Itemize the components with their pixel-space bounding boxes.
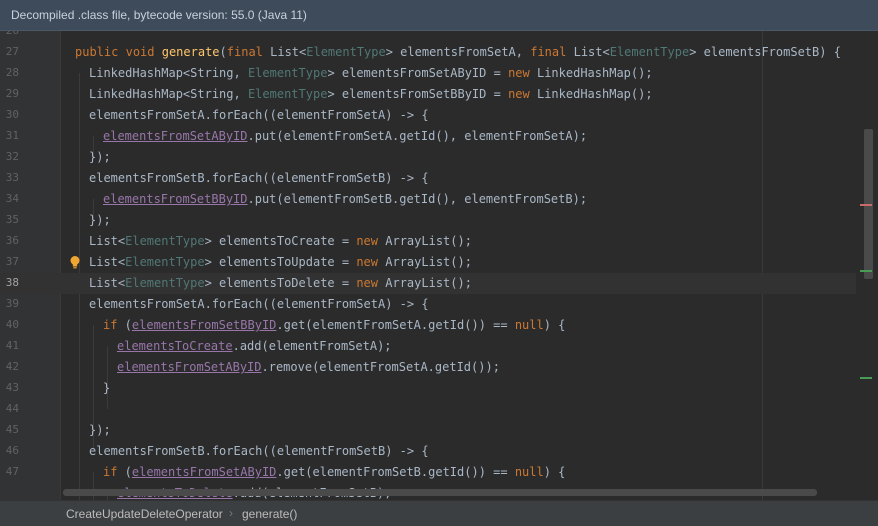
decompiled-banner: Decompiled .class file, bytecode version… [0,0,878,31]
code-text: List<ElementType> elementsToUpdate = new… [89,255,472,269]
code-text: elementsFromSetB.forEach((elementFromSet… [89,444,429,458]
code-line[interactable]: 36 List<ElementType> elementsToCreate = … [0,231,856,252]
code-line[interactable]: 29 LinkedHashMap<String, ElementType> el… [0,84,856,105]
code-text: } [103,381,111,395]
code-text: elementsFromSetA.forEach((elementFromSet… [89,297,429,311]
lightbulb-icon[interactable] [69,255,81,269]
line-number: 38 [5,276,19,289]
code-text: public void generate(final List<ElementT… [75,45,841,59]
line-number: 47 [5,465,19,478]
breadcrumb-method[interactable]: generate() [242,507,297,521]
line-number: 31 [5,129,19,142]
code-text: List<ElementType> elementsToCreate = new… [89,234,472,248]
code-line[interactable]: 28 LinkedHashMap<String, ElementType> el… [0,63,856,84]
line-number: 45 [5,423,19,436]
breadcrumb-class[interactable]: CreateUpdateDeleteOperator [66,507,223,521]
line-number: 43 [5,381,19,394]
line-number: 32 [5,150,19,163]
code-line[interactable]: 34 elementsFromSetBByID.put(elementFromS… [0,189,856,210]
code-text: }); [89,150,111,164]
code-line[interactable]: 44 [0,399,856,420]
code-text: elementsFromSetBByID.put(elementFromSetB… [103,192,588,206]
code-line[interactable]: 31 elementsFromSetAByID.put(elementFromS… [0,126,856,147]
code-text: }); [89,423,111,437]
code-line[interactable]: 42 elementsFromSetAByID.remove(elementFr… [0,357,856,378]
code-text: List<ElementType> elementsToDelete = new… [89,276,472,290]
code-text: elementsFromSetAByID.put(elementFromSetA… [103,129,588,143]
code-line[interactable]: 35 }); [0,210,856,231]
code-text: if (elementsFromSetAByID.get(elementFrom… [103,465,566,479]
code-text: elementsFromSetAByID.remove(elementFromS… [117,360,500,374]
line-number: 26 [0,31,19,37]
line-number: 29 [5,87,19,100]
code-line-current[interactable]: 38 List<ElementType> elementsToDelete = … [0,273,856,294]
line-number: 39 [5,297,19,310]
code-line[interactable]: 37 List<ElementType> elementsToUpdate = … [0,252,856,273]
error-stripe-marker[interactable] [860,204,872,206]
line-number: 42 [5,360,19,373]
code-line[interactable]: 43 } [0,378,856,399]
breadcrumb: CreateUpdateDeleteOperator › generate() [0,500,878,526]
code-text: LinkedHashMap<String, ElementType> eleme… [89,66,653,80]
code-line[interactable]: 45 }); [0,420,856,441]
line-number: 34 [5,192,19,205]
code-line[interactable]: 26 [0,31,856,42]
code-text: elementsFromSetA.forEach((elementFromSet… [89,108,429,122]
line-number: 28 [5,66,19,79]
line-number: 46 [5,444,19,457]
line-number: 37 [5,255,19,268]
line-number: 27 [5,45,19,58]
code-line[interactable]: 33 elementsFromSetB.forEach((elementFrom… [0,168,856,189]
code-text: elementsFromSetB.forEach((elementFromSet… [89,171,429,185]
line-number: 40 [5,318,19,331]
code-editor[interactable]: 26 27 public void generate(final List<El… [0,31,878,500]
code-line[interactable]: 47 if (elementsFromSetAByID.get(elementF… [0,462,856,483]
breadcrumb-separator: › [229,506,233,520]
horizontal-scrollbar[interactable] [63,489,817,496]
code-line[interactable]: 27 public void generate(final List<Eleme… [0,42,856,63]
change-stripe-marker[interactable] [860,270,872,272]
banner-text: Decompiled .class file, bytecode version… [11,8,307,22]
code-text: elementsToCreate.add(elementFromSetA); [117,339,392,353]
line-number: 41 [5,339,19,352]
line-number: 33 [5,171,19,184]
code-line[interactable]: 41 elementsToCreate.add(elementFromSetA)… [0,336,856,357]
vertical-scrollbar[interactable] [862,31,878,500]
code-text: LinkedHashMap<String, ElementType> eleme… [89,87,653,101]
line-number: 35 [5,213,19,226]
code-line[interactable]: 30 elementsFromSetA.forEach((elementFrom… [0,105,856,126]
code-line[interactable]: 39 elementsFromSetA.forEach((elementFrom… [0,294,856,315]
code-line[interactable]: 32 }); [0,147,856,168]
code-text: }); [89,213,111,227]
line-number: 36 [5,234,19,247]
line-number: 44 [5,402,19,415]
code-text: if (elementsFromSetBByID.get(elementFrom… [103,318,566,332]
code-line[interactable]: 46 elementsFromSetB.forEach((elementFrom… [0,441,856,462]
change-stripe-marker[interactable] [860,377,872,379]
code-line[interactable]: 40 if (elementsFromSetBByID.get(elementF… [0,315,856,336]
line-number: 30 [5,108,19,121]
